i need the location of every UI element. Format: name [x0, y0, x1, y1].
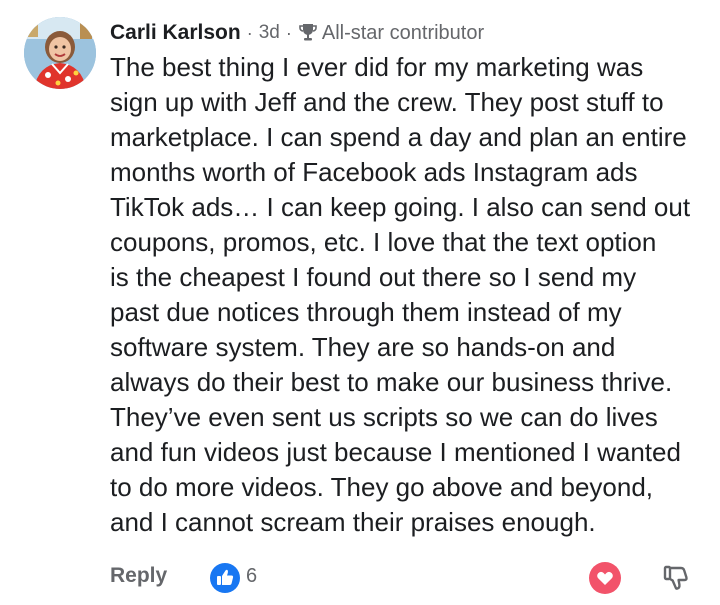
author-name[interactable]: Carli Karlson — [110, 21, 241, 45]
comment-time[interactable]: 3d — [259, 22, 280, 44]
heart-icon[interactable] — [589, 562, 621, 594]
comment: Carli Karlson · 3d · All-star contributo… — [0, 0, 720, 605]
separator: · — [246, 22, 253, 43]
contributor-badge[interactable]: All-star contributor — [322, 22, 484, 45]
trophy-icon — [298, 22, 318, 44]
reply-button[interactable]: Reply — [110, 564, 167, 588]
comment-header: Carli Karlson · 3d · All-star contributo… — [110, 16, 484, 50]
thumbs-down-icon[interactable] — [660, 562, 692, 594]
like-count: 6 — [246, 565, 258, 587]
separator: · — [285, 22, 292, 43]
avatar[interactable] — [24, 17, 96, 89]
comment-text: The best thing I ever did for my marketi… — [110, 52, 691, 537]
thumbs-up-icon[interactable] — [210, 563, 240, 593]
comment-actions: Reply 6 — [0, 560, 720, 596]
